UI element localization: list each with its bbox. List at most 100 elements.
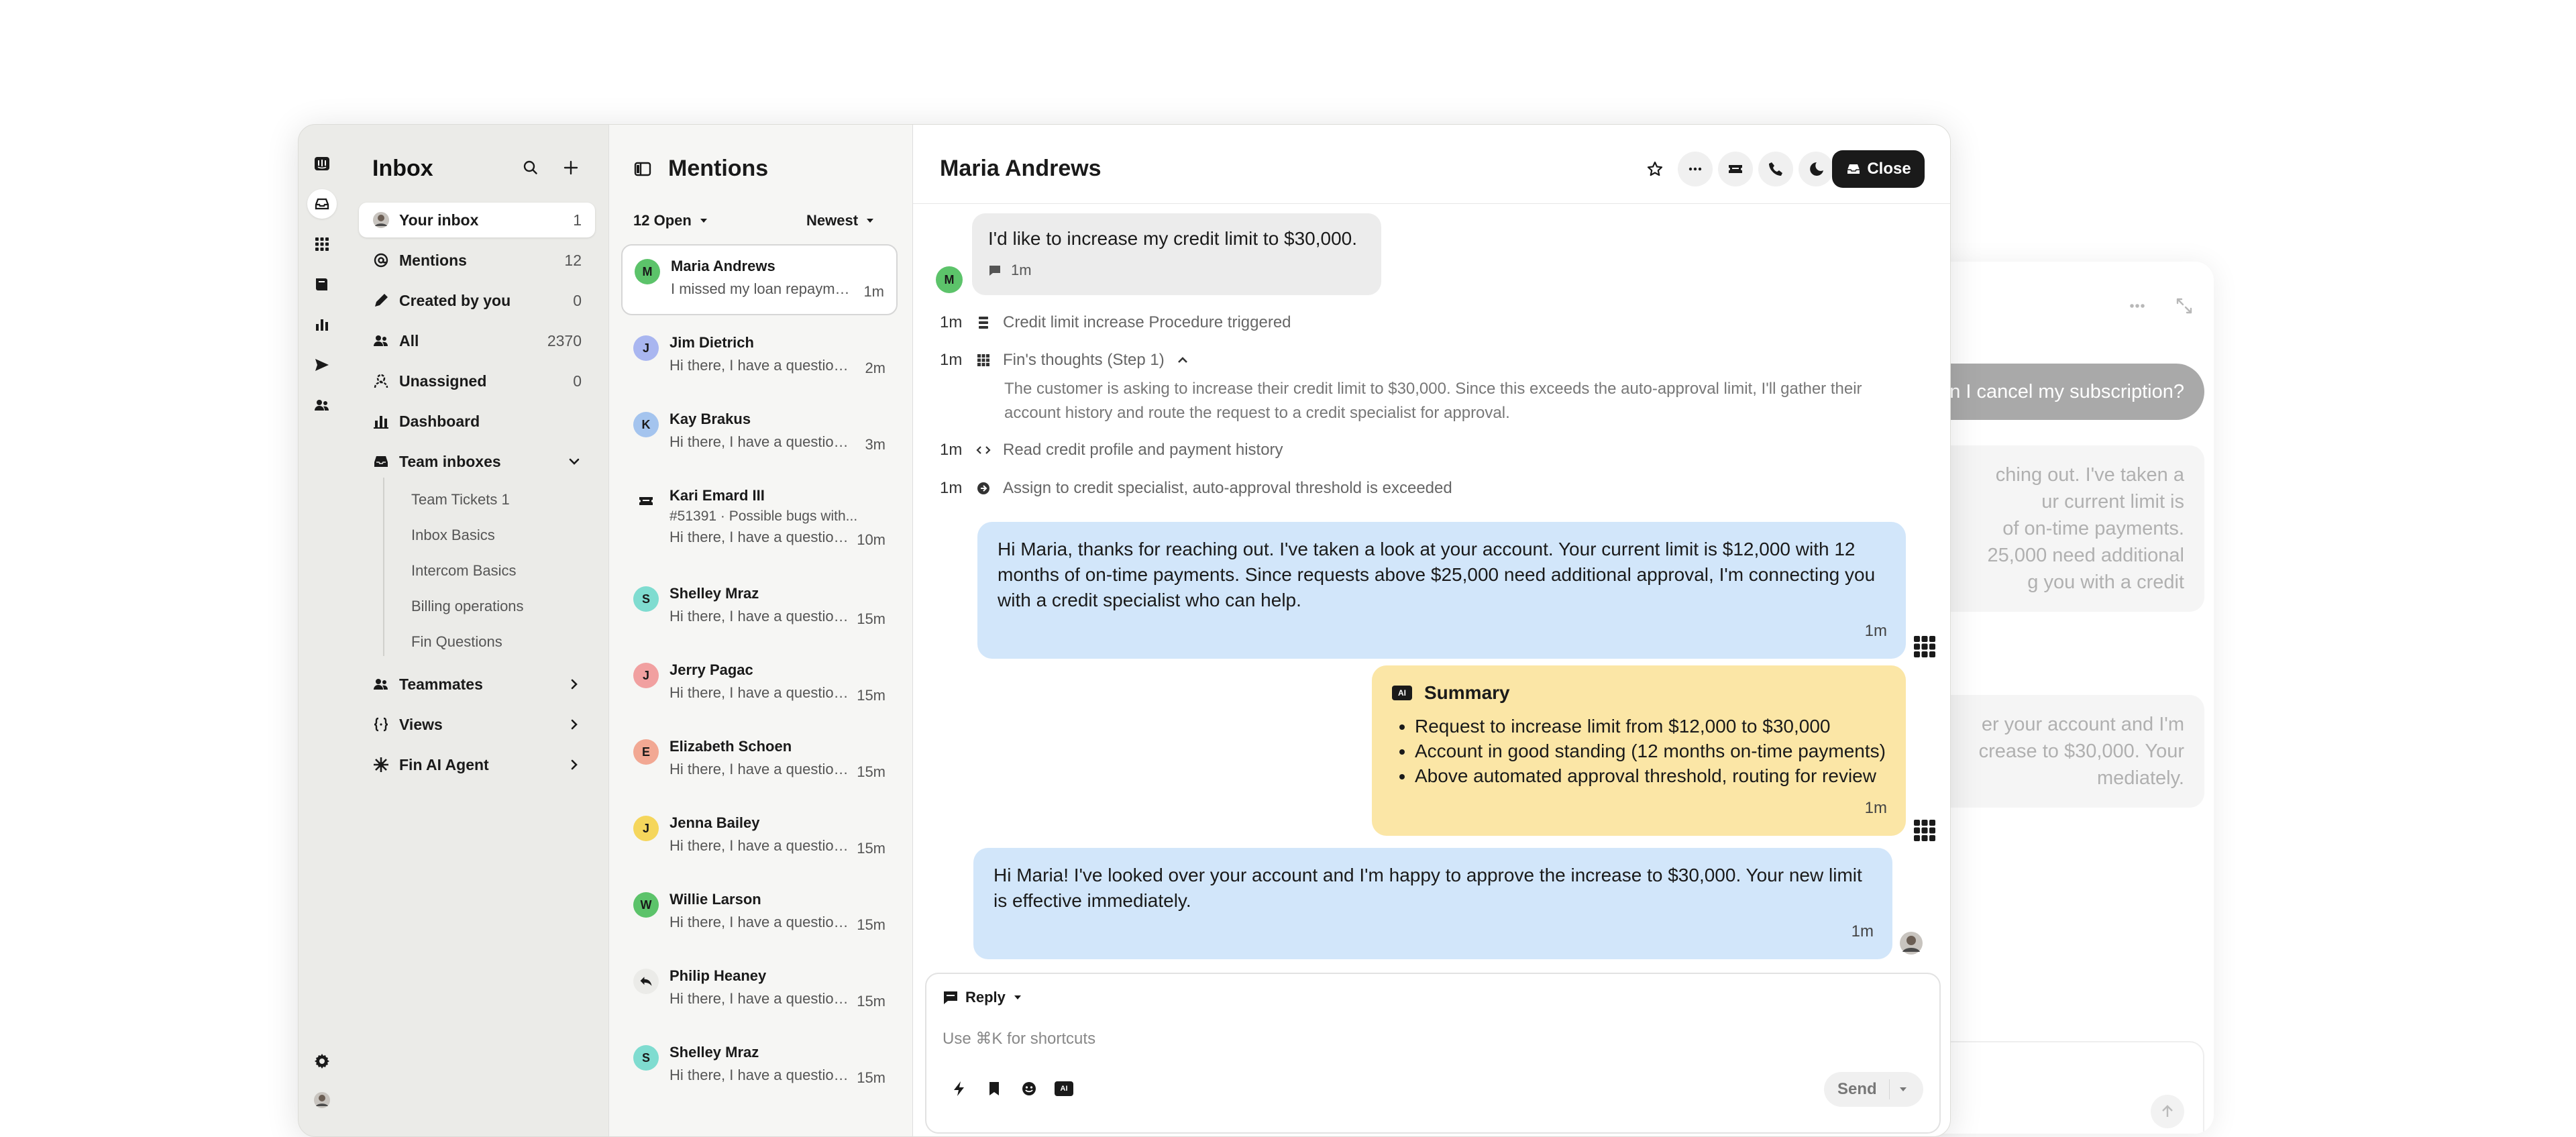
team-inbox-item[interactable]: Intercom Basics xyxy=(411,562,517,580)
conversation-item[interactable]: J Jerry Pagac Hi there, I have a questio… xyxy=(621,649,898,720)
sidebar-item-unassigned[interactable]: Unassigned 0 xyxy=(359,364,595,398)
convert-to-ticket-button[interactable] xyxy=(1718,152,1753,186)
apps-grid-icon[interactable] xyxy=(307,229,337,259)
conversation-item[interactable]: Philip Heaney Hi there, I have a questio… xyxy=(621,955,898,1026)
knowledge-book-icon[interactable] xyxy=(307,270,337,299)
sidebar-item-team-inboxes[interactable]: Team inboxes xyxy=(359,444,595,479)
phone-icon xyxy=(1769,162,1782,176)
sidebar-item-created-by-you[interactable]: Created by you 0 xyxy=(359,283,595,318)
chevron-right-icon[interactable] xyxy=(567,677,582,692)
conversation-name: Maria Andrews xyxy=(671,258,775,274)
close-conversation-button[interactable]: Close xyxy=(1832,150,1925,188)
sidebar-item-all[interactable]: All 2370 xyxy=(359,323,595,358)
fin-ai-icon xyxy=(372,756,390,773)
chevron-right-icon[interactable] xyxy=(567,717,582,732)
fin-bot-icon xyxy=(1913,635,1937,659)
search-button[interactable] xyxy=(515,152,547,184)
summary-item: Account in good standing (12 months on-t… xyxy=(1415,739,1886,763)
conversation-name: Philip Heaney xyxy=(669,967,767,984)
message-time: 1m xyxy=(1851,922,1874,940)
conversation-preview: Hi there, I have a question about xyxy=(669,357,851,374)
team-inbox-item[interactable]: Inbox Basics xyxy=(411,527,495,544)
avatar: J xyxy=(633,663,659,688)
conversation-item[interactable]: J Jim Dietrich Hi there, I have a questi… xyxy=(621,322,898,393)
inbox-close-icon xyxy=(1847,164,1860,174)
new-conversation-button[interactable] xyxy=(555,152,587,184)
sidebar-item-your-inbox[interactable]: Your inbox 1 xyxy=(359,203,595,237)
team-inbox-item[interactable]: Billing operations xyxy=(411,598,524,615)
reports-chart-icon[interactable] xyxy=(307,310,337,339)
conversation-item[interactable]: S Shelley Mraz Hi there, I have a questi… xyxy=(621,573,898,644)
sidebar-item-fin-ai-agent[interactable]: Fin AI Agent xyxy=(359,747,595,782)
sidebar-item-label: Your inbox xyxy=(399,211,479,229)
sidebar-item-count: 2370 xyxy=(547,331,582,349)
user-avatar[interactable] xyxy=(307,1085,337,1115)
conversation-item[interactable]: S Shelley Mraz Hi there, I have a questi… xyxy=(621,1032,898,1103)
fin-thoughts-toggle[interactable]: 1m Fin's thoughts (Step 1) xyxy=(940,351,1202,370)
star-button[interactable] xyxy=(1638,152,1672,186)
inbox-icon[interactable] xyxy=(307,189,337,219)
sidebar-item-mentions[interactable]: Mentions 12 xyxy=(359,243,595,278)
send-button[interactable]: Send xyxy=(1824,1072,1923,1107)
fin-bot-icon xyxy=(1913,818,1937,843)
conversation-item[interactable]: J Jenna Bailey Hi there, I have a questi… xyxy=(621,802,898,873)
plus-icon xyxy=(564,160,578,175)
conversation-name: Jerry Pagac xyxy=(669,661,753,678)
status-filter-dropdown[interactable]: 12 Open xyxy=(633,212,709,229)
outbound-send-icon[interactable] xyxy=(307,350,337,380)
procedure-icon xyxy=(979,317,988,329)
sidebar-item-count: 1 xyxy=(573,211,582,229)
ai-compose-button[interactable]: AI xyxy=(1053,1077,1075,1100)
conversation-time: 2m xyxy=(865,360,885,376)
team-inboxes-list: Team Tickets 1 Inbox Basics Intercom Bas… xyxy=(383,478,524,656)
message-text: Hi Maria! I've looked over your account … xyxy=(994,865,1862,911)
chevron-down-icon[interactable] xyxy=(567,454,582,469)
background-messenger-panel: n I cancel my subscription? ching out. I… xyxy=(1905,262,2214,1134)
sort-dropdown[interactable]: Newest xyxy=(806,212,875,229)
event-time: 1m xyxy=(940,479,963,497)
team-inbox-item[interactable]: Team Tickets 1 xyxy=(411,491,510,508)
chat-icon xyxy=(989,266,1000,276)
reply-input[interactable]: Use ⌘K for shortcuts xyxy=(943,1029,1095,1048)
conversation-name: Jim Dietrich xyxy=(669,334,754,351)
emoji-button[interactable] xyxy=(1018,1077,1040,1100)
sidebar-item-label: Teammates xyxy=(399,675,483,693)
caret-down-icon[interactable] xyxy=(1898,1084,1909,1095)
views-braces-icon xyxy=(372,716,390,733)
message-text: Hi Maria, thanks for reaching out. I've … xyxy=(998,539,1876,610)
fin-thought-text: The customer is asking to increase their… xyxy=(1004,380,1862,422)
chevron-right-icon[interactable] xyxy=(567,757,582,772)
code-icon xyxy=(976,446,991,454)
sidebar-item-count: 0 xyxy=(573,372,582,390)
sidebar-item-teammates[interactable]: Teammates xyxy=(359,667,595,702)
pencil-icon xyxy=(372,292,390,309)
message-time: 1m xyxy=(1011,262,1032,278)
contacts-icon[interactable] xyxy=(307,390,337,420)
sidebar-item-views[interactable]: Views xyxy=(359,707,595,742)
conversation-time: 15m xyxy=(857,916,885,933)
reply-mode-dropdown[interactable]: Reply xyxy=(943,989,1030,1006)
ticket-icon xyxy=(1729,165,1742,173)
quick-actions-button[interactable] xyxy=(948,1077,971,1100)
saved-reply-button[interactable] xyxy=(983,1077,1006,1100)
sidebar-item-dashboard[interactable]: Dashboard xyxy=(359,404,595,439)
workspace-logo-icon[interactable] xyxy=(307,149,337,178)
settings-gear-icon[interactable] xyxy=(307,1046,337,1076)
conversation-time: 15m xyxy=(857,840,885,857)
procedure-event: 1m Credit limit increase Procedure trigg… xyxy=(940,313,1291,332)
team-inbox-icon xyxy=(372,453,390,470)
conversation-item[interactable]: W Willie Larson Hi there, I have a quest… xyxy=(621,879,898,950)
conversation-item[interactable]: K Kay Brakus Hi there, I have a question… xyxy=(621,398,898,470)
team-inbox-item[interactable]: Fin Questions xyxy=(411,633,502,651)
more-options-button[interactable] xyxy=(1678,152,1713,186)
snooze-button[interactable] xyxy=(1799,152,1833,186)
ai-badge: AI xyxy=(1392,686,1412,700)
conversation-item[interactable]: Kari Emard III #51391 · Possible bugs wi… xyxy=(621,475,898,562)
conversation-item[interactable]: E Elizabeth Schoen Hi there, I have a qu… xyxy=(621,726,898,797)
caret-down-icon xyxy=(1006,992,1030,1003)
sidebar-toggle-icon[interactable] xyxy=(633,160,652,178)
conversation-item[interactable]: M Maria Andrews I missed my loan repayme… xyxy=(621,244,898,315)
status-filter-label: 12 Open xyxy=(633,212,692,229)
caret-down-icon xyxy=(700,219,707,223)
call-button[interactable] xyxy=(1758,152,1793,186)
